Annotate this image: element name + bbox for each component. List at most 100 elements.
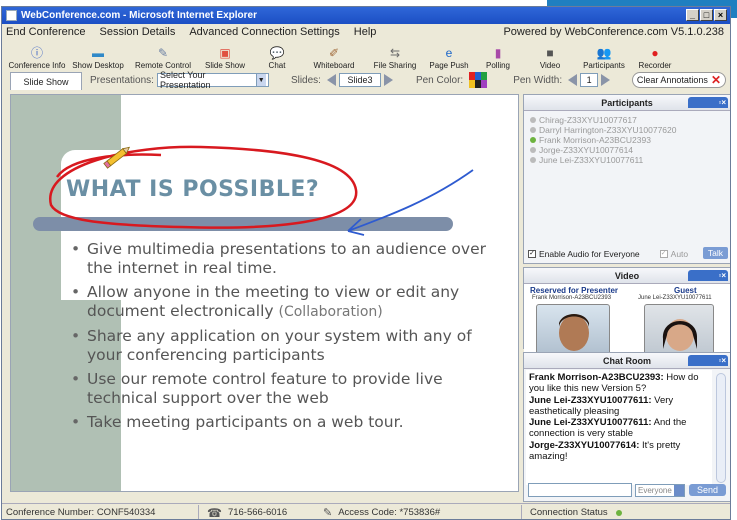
audio-controls: ✓ Enable Audio for Everyone ✓ Auto Talk: [528, 247, 728, 259]
slide-canvas[interactable]: WHAT IS POSSIBLE? Give multimedia presen…: [10, 94, 519, 492]
page-push-icon: e: [445, 45, 453, 60]
chat-sender: Frank Morrison-A23BCU2393:: [529, 372, 664, 383]
send-button[interactable]: Send: [689, 484, 727, 496]
tab-slide-show[interactable]: Slide Show: [10, 72, 82, 90]
tool-label: Whiteboard: [313, 61, 355, 70]
chat-message-input[interactable]: [528, 483, 632, 497]
participant-status-icon: [530, 157, 536, 163]
enable-audio-checkbox[interactable]: ✓: [528, 250, 536, 258]
participant-status-icon: [530, 137, 536, 143]
tool-polling[interactable]: ▮ Polling: [472, 45, 524, 71]
next-slide-button[interactable]: [383, 74, 393, 86]
participant-item[interactable]: Frank Morrison-A23BCU2393: [530, 135, 724, 145]
participant-status-icon: [530, 117, 536, 123]
pen-width-decrease-button[interactable]: [568, 74, 578, 86]
previous-slide-button[interactable]: [326, 74, 336, 86]
tool-participants[interactable]: 👥 Participants: [576, 45, 632, 71]
chat-sender: June Lei-Z33XYU10077611:: [529, 417, 652, 429]
chat-icon: 💬: [269, 45, 285, 60]
tool-info[interactable]: ⓘ Conference Info: [4, 45, 70, 70]
tool-label: Remote Control: [134, 61, 192, 70]
close-icon: ✕: [710, 73, 721, 87]
chat-recipient-value: Everyone: [638, 485, 672, 495]
key-icon: ✎: [323, 507, 333, 519]
enable-audio-label: Enable Audio for Everyone: [539, 249, 640, 259]
window-titlebar: WebConference.com - Microsoft Internet E…: [2, 7, 730, 24]
auto-label: Auto: [670, 249, 689, 259]
tool-label: Conference Info: [8, 61, 66, 70]
tool-chat[interactable]: 💬 Chat: [250, 45, 304, 71]
tool-label: Recorder: [638, 61, 672, 70]
tool-file-sharing[interactable]: ⇆ File Sharing: [364, 45, 426, 71]
menu-session-details[interactable]: Session Details: [100, 26, 176, 38]
menu-help[interactable]: Help: [354, 26, 377, 38]
pen-width-field[interactable]: 1: [580, 73, 599, 87]
video-panel-title: Video: [614, 270, 640, 281]
info-icon: ⓘ: [30, 46, 43, 60]
participants-icon: 👥: [596, 45, 612, 60]
chat-sender: Jorge-Z33XYU10077614:: [529, 439, 640, 451]
minimize-icon[interactable]: _: [686, 9, 699, 21]
tool-label: Video: [539, 61, 561, 70]
conference-number: Conference Number: CONF540334: [6, 507, 156, 518]
status-bar: Conference Number: CONF540334 ☎ 716-566-…: [2, 503, 730, 520]
auto-checkbox[interactable]: ✓: [659, 250, 668, 258]
participants-panel: Participants ▫× Chirag-Z33XYU10077617 Dar…: [523, 94, 730, 264]
chevron-down-icon: ▼: [255, 74, 266, 86]
guest-heading: Guest: [674, 286, 697, 295]
close-icon[interactable]: ×: [714, 9, 727, 21]
chat-message: Jorge-Z33XYU10077614: It's pretty amazin…: [529, 440, 709, 463]
panel-window-controls[interactable]: ▫×: [688, 355, 728, 366]
panel-window-controls[interactable]: ▫×: [688, 97, 728, 108]
chat-sender: June Lei-Z33XYU10077611:: [529, 394, 652, 406]
participant-item[interactable]: June Lei-Z33XYU10077611: [530, 155, 724, 165]
clear-annotations-button[interactable]: Clear Annotations ✕: [631, 72, 726, 88]
tool-record[interactable]: ● Recorder: [632, 45, 678, 71]
annotation-red-circle: [49, 145, 358, 229]
talk-button[interactable]: Talk: [702, 247, 728, 259]
slide-number-field[interactable]: Slide3: [338, 73, 381, 87]
access-code: Access Code: *753836#: [338, 507, 441, 518]
record-icon: ●: [651, 45, 659, 60]
chat-message: Frank Morrison-A23BCU2393: How do you li…: [529, 372, 709, 395]
pen-color-picker[interactable]: [469, 72, 488, 88]
chat-panel-header: Chat Room ▫×: [524, 353, 730, 369]
powered-by-text: Powered by WebConference.com V5.1.0.238: [503, 26, 724, 38]
presenter-heading: Reserved for Presenter: [530, 286, 619, 295]
participant-item[interactable]: Jorge-Z33XYU10077614: [530, 145, 724, 155]
tool-label: Page Push: [429, 61, 469, 70]
access-code-cell: ✎ Access Code: *753836#: [309, 504, 521, 519]
pen-width-increase-button[interactable]: [601, 74, 611, 86]
tool-label: Slide Show: [204, 61, 246, 70]
presentation-select-value: Select Your Presentation: [159, 70, 211, 90]
tool-whiteboard[interactable]: ✐ Whiteboard: [304, 45, 364, 71]
chat-compose: Everyone Send: [528, 483, 728, 497]
presenter-name: Frank Morrison-A23BCU2393: [532, 295, 612, 301]
guest-name: June Lei-Z33XYU10077611: [638, 295, 712, 301]
tool-remote-control[interactable]: ✎ Remote Control: [126, 45, 200, 71]
chat-recipient-select[interactable]: Everyone: [635, 483, 685, 497]
maximize-icon[interactable]: □: [700, 9, 713, 21]
participant-list: Chirag-Z33XYU10077617 Darryl Harrington-Z…: [524, 111, 730, 169]
tool-video-camera[interactable]: ■ Video: [524, 45, 576, 71]
participant-name: Darryl Harrington-Z33XYU10077620: [539, 125, 677, 135]
panel-window-controls[interactable]: ▫×: [688, 270, 728, 281]
participant-name: Jorge-Z33XYU10077614: [539, 145, 634, 155]
tool-monitor[interactable]: ▬ Show Desktop: [70, 45, 126, 71]
phone-icon: ☎: [207, 505, 222, 520]
participant-item[interactable]: Chirag-Z33XYU10077617: [530, 115, 724, 125]
status-indicator-icon: [615, 509, 622, 516]
file-sharing-icon: ⇆: [389, 45, 401, 60]
participants-panel-title: Participants: [601, 97, 653, 108]
participant-name: Chirag-Z33XYU10077617: [539, 115, 637, 125]
menu-advanced-connection[interactable]: Advanced Connection Settings: [189, 26, 339, 38]
pen-color-label: Pen Color:: [415, 74, 464, 86]
participant-item[interactable]: Darryl Harrington-Z33XYU10077620: [530, 125, 724, 135]
presentation-select[interactable]: Select Your Presentation ▼: [156, 70, 269, 90]
tool-page-push[interactable]: e Page Push: [426, 45, 472, 71]
browser-window: WebConference.com - Microsoft Internet E…: [1, 6, 731, 520]
chat-scrollbar[interactable]: [716, 373, 726, 483]
polling-icon: ▮: [494, 45, 502, 60]
menu-end-conference[interactable]: End Conference: [6, 26, 86, 38]
tool-slideshow[interactable]: ▣ Slide Show: [200, 45, 250, 71]
